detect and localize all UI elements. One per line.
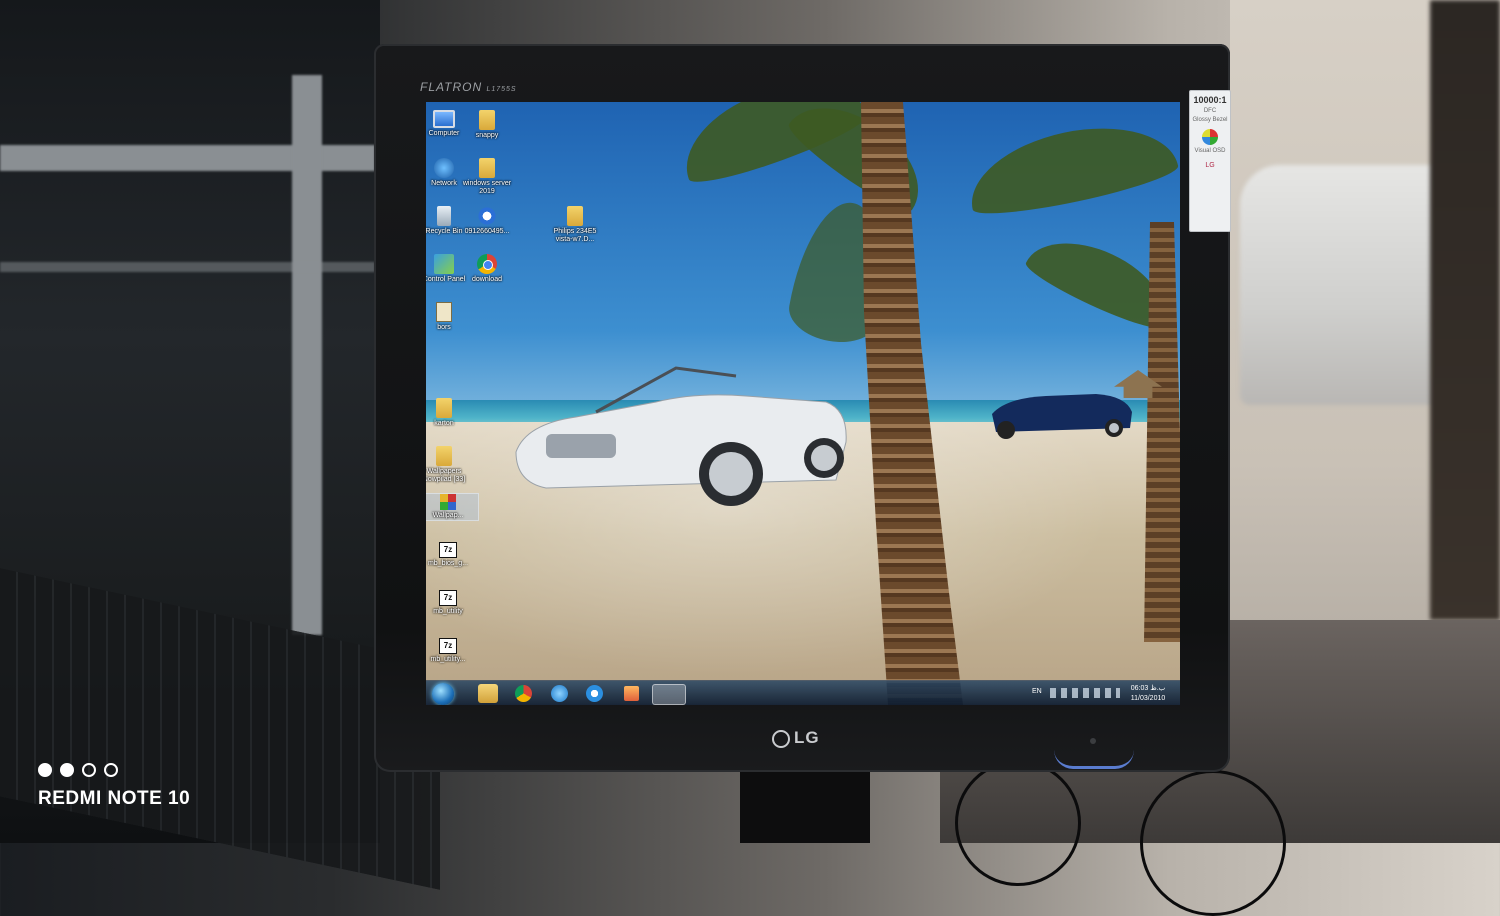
- desktop-icon-label: 0912660495...: [464, 228, 510, 235]
- desktop-icon[interactable]: windows server 2019: [457, 158, 517, 196]
- monitor-brand-bottom: LG: [772, 728, 820, 748]
- desktop-icon[interactable]: 7z mb_utility...: [426, 638, 478, 664]
- power-button[interactable]: [1054, 750, 1134, 769]
- folder-icon: [479, 158, 495, 178]
- recycle-bin-icon: [437, 206, 451, 226]
- 7z-icon: 7z: [439, 638, 457, 654]
- clock-time: 06:03 ب.ظ: [1130, 685, 1166, 692]
- taskbar: EN 06:03 ب.ظ 11/03/2010: [426, 680, 1180, 705]
- desktop-icon-label: mb_bios_g...: [427, 560, 469, 567]
- desktop-icon-label: Philips 234E5 vista-w7.D...: [553, 228, 597, 243]
- color-dots-icon: [1202, 129, 1218, 145]
- taskbar-clock[interactable]: 06:03 ب.ظ 11/03/2010: [1124, 684, 1172, 704]
- sticker-line: DFC: [1203, 108, 1217, 114]
- cable: [955, 760, 1081, 886]
- 7z-icon: 7z: [439, 542, 457, 558]
- watermark-dots-icon: [38, 763, 190, 777]
- cable: [1140, 770, 1286, 916]
- taskbar-folder-icon[interactable]: [478, 684, 498, 703]
- start-orb-icon[interactable]: [432, 683, 454, 705]
- power-led-icon: [1090, 738, 1096, 744]
- sticker-brand: LG: [1205, 162, 1215, 169]
- sticker-ratio: 10000:1: [1193, 95, 1227, 105]
- taskbar-chrome-icon[interactable]: [515, 685, 532, 702]
- folder-icon: [436, 398, 452, 418]
- palm-frond: [782, 102, 940, 220]
- feature-sticker: 10000:1 DFC Glossy Bezel Visual OSD LG: [1189, 90, 1231, 232]
- desktop-icon-label: mb_utility: [433, 608, 463, 615]
- blue-convertible: [992, 394, 1132, 439]
- desktop-icon[interactable]: Wallpapers Nowpilad [33]: [426, 446, 474, 484]
- language-indicator[interactable]: EN: [1032, 688, 1042, 695]
- network-icon: [434, 158, 454, 178]
- camera-watermark: REDMI NOTE 10: [38, 763, 190, 810]
- desktop-icon[interactable]: 7z mb_utility: [426, 590, 478, 616]
- sticker-line: Glossy Bezel: [1192, 117, 1228, 123]
- control-panel-icon: [434, 254, 454, 274]
- chrome-icon: [477, 254, 497, 274]
- desktop-icon-label: mb_utility...: [430, 656, 466, 663]
- desktop-icon[interactable]: 7z mb_bios_g...: [426, 542, 478, 568]
- white-convertible: [515, 366, 847, 506]
- winrar-icon: [440, 494, 456, 510]
- taskbar-ie-icon[interactable]: [551, 685, 568, 702]
- monitor-stand: [740, 770, 870, 843]
- sticker-line: Visual OSD: [1194, 148, 1226, 154]
- desktop-icon[interactable]: download: [457, 254, 517, 284]
- system-tray-icons[interactable]: [1050, 688, 1120, 698]
- taskbar-media-player-icon[interactable]: [624, 686, 639, 701]
- desktop-icon-label: bors: [437, 324, 451, 331]
- folder-icon: [567, 206, 583, 226]
- background-door: [1430, 0, 1500, 620]
- desktop-icon[interactable]: bors: [426, 302, 474, 332]
- clock-date: 11/03/2010: [1130, 695, 1166, 702]
- background-car: [1240, 165, 1450, 405]
- desktop-icon[interactable]: karton: [426, 398, 474, 428]
- folder-icon: [479, 110, 495, 130]
- shelf-beam: [0, 262, 375, 272]
- folder-icon: [436, 446, 452, 466]
- lg-logo-icon: [772, 729, 790, 748]
- desktop-icon-label: download: [472, 276, 502, 283]
- desktop-icon[interactable]: Philips 234E5 vista-w7.D...: [545, 206, 605, 244]
- file-icon: [436, 302, 452, 322]
- taskbar-app-icon[interactable]: [586, 685, 603, 702]
- desktop-icon-label: windows server 2019: [462, 180, 512, 195]
- desktop-icon-label: karton: [434, 420, 454, 427]
- desktop-icon-label: snappy: [475, 132, 499, 139]
- palm-frond: [961, 110, 1180, 224]
- desktop-icon-label: Wallpapers Nowpilad [33]: [426, 468, 466, 483]
- taskbar-display-settings-icon[interactable]: [652, 684, 686, 705]
- monitor-brand-top: FLATRON L1755S: [420, 80, 517, 94]
- desktop-screen: Computer snappy Network windows server 2…: [426, 102, 1180, 705]
- computer-icon: [433, 110, 455, 128]
- watermark-device-text: REDMI NOTE 10: [38, 788, 191, 809]
- shelf-post: [292, 75, 322, 635]
- 7z-icon: 7z: [439, 590, 457, 606]
- desktop-icon[interactable]: snappy: [457, 110, 517, 140]
- desktop-icon[interactable]: Wallpap...: [426, 493, 479, 521]
- desktop-icon-label: Wallpap...: [432, 512, 464, 519]
- desktop-icon[interactable]: 0912660495...: [457, 206, 517, 236]
- app-icon: [477, 206, 497, 226]
